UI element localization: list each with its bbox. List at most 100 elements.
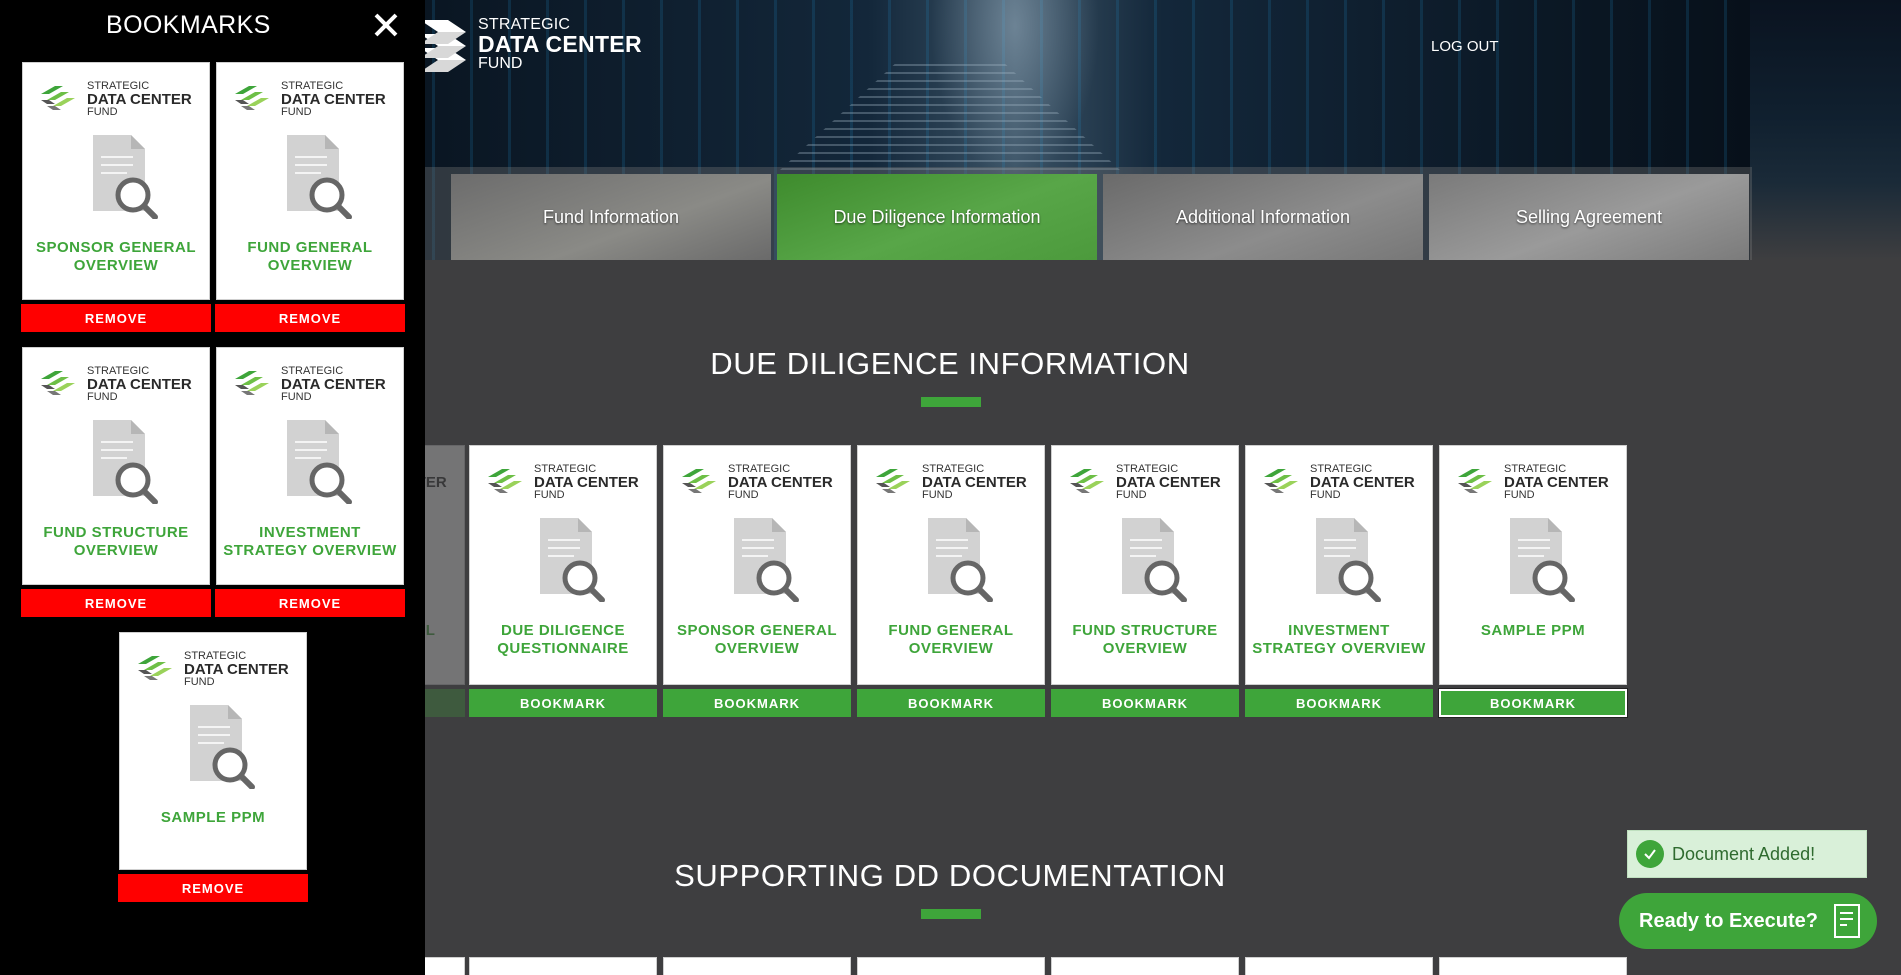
bookmark-title: FUND GENERAL OVERVIEW [247, 239, 373, 274]
document-search-icon [1510, 518, 1575, 602]
document-title: DUE DILIGENCE QUESTIONNAIRE [497, 622, 629, 657]
logo-chevrons-icon [1458, 468, 1492, 493]
document-search-icon [93, 135, 158, 219]
card-logo: STRATEGICDATA CENTERFUND [1458, 464, 1609, 501]
bookmark-card[interactable]: STRATEGIC DATA CENTER FUND INVESTMENT STRAT… [216, 347, 404, 585]
card-logo: STRATEGICDATA CENTERFUND [488, 464, 639, 501]
logo-line-3: FUND [534, 489, 565, 501]
remove-button[interactable]: REMOVE [215, 589, 405, 617]
tab-fund-information[interactable]: Fund Information [451, 174, 771, 260]
logo-line-2: DATA CENTER [184, 661, 289, 678]
document-search-icon [287, 420, 352, 504]
logo-line-3: FUND [87, 106, 118, 118]
brand-line-2: DATA CENTER [478, 30, 642, 57]
card-logo: STRATEGICDATA CENTERFUND [682, 464, 833, 501]
brand-logo[interactable]: STRATEGIC DATA CENTER FUND [418, 16, 642, 72]
logo-line-3: FUND [1504, 489, 1535, 501]
logo-line-2: DATA CENTER [87, 91, 192, 108]
bookmark-card[interactable]: STRATEGIC DATA CENTER FUND FUND STRUCTURE O… [22, 347, 210, 585]
check-icon [1636, 840, 1664, 868]
card-logo: STRATEGICDATA CENTERFUND [41, 81, 192, 118]
bookmarks-sidebar: BOOKMARKS STRATEGIC DATA CENTER FUND SPONSO… [0, 0, 425, 975]
document-title: FUND STRUCTURE OVERVIEW [1072, 622, 1218, 657]
logo-line-2: DATA CENTER [1504, 474, 1609, 491]
section-title-due-diligence: DUE DILIGENCE INFORMATION [710, 346, 1190, 381]
bookmark-card[interactable]: STRATEGIC DATA CENTER FUND SPONSOR GENERAL … [22, 62, 210, 300]
bookmarks-title: BOOKMARKS [106, 11, 271, 39]
logo-chevrons-icon [41, 370, 75, 395]
logo-line-2: DATA CENTER [1116, 474, 1221, 491]
logo-chevrons-icon [41, 85, 75, 110]
document-card[interactable]: STRATEGIC DATA CENTER FUND SAMPLE PPM [1439, 445, 1627, 685]
document-card[interactable]: STRATEGIC DATA CENTER FUND FUND STRUCTURE O… [1051, 445, 1239, 685]
logo-line-2: DATA CENTER [281, 91, 386, 108]
logo-line-3: FUND [87, 391, 118, 403]
logo-line-3: FUND [281, 391, 312, 403]
logo-chevrons-icon [488, 468, 522, 493]
bookmark-title: FUND STRUCTURE OVERVIEW [43, 524, 189, 559]
document-search-icon [1316, 518, 1381, 602]
ready-to-execute-button[interactable]: Ready to Execute? [1619, 893, 1877, 949]
card-logo: STRATEGICDATA CENTERFUND [876, 464, 1027, 501]
bookmark-button[interactable]: BOOKMARK [1245, 689, 1433, 717]
bookmark-button[interactable]: BOOKMARK [857, 689, 1045, 717]
document-title: FUND GENERAL OVERVIEW [888, 622, 1014, 657]
document-search-icon [1122, 518, 1187, 602]
logo-chevrons-icon [1070, 468, 1104, 493]
tab-bar: Fund Information Due Diligence Informati… [422, 167, 1752, 260]
tab-due-diligence-information[interactable]: Due Diligence Information [777, 174, 1097, 260]
document-title: SAMPLE PPM [1480, 622, 1586, 639]
logo-line-2: DATA CENTER [728, 474, 833, 491]
logo-line-3: FUND [1116, 489, 1147, 501]
logout-link[interactable]: LOG OUT [1431, 38, 1499, 55]
logo-chevrons-icon [682, 468, 716, 493]
logo-line-2: DATA CENTER [922, 474, 1027, 491]
ready-label: Ready to Execute? [1639, 909, 1818, 932]
supporting-card[interactable] [469, 957, 657, 975]
supporting-card[interactable] [1051, 957, 1239, 975]
tab-selling-agreement[interactable]: Selling Agreement [1429, 174, 1749, 260]
document-card[interactable]: STRATEGIC DATA CENTER FUND INVESTMENT STRAT… [1245, 445, 1433, 685]
bookmark-title: SPONSOR GENERAL OVERVIEW [35, 239, 197, 274]
close-icon[interactable] [371, 10, 401, 40]
document-search-icon [287, 135, 352, 219]
logo-line-3: FUND [184, 676, 215, 688]
document-sign-icon [1834, 904, 1860, 938]
logo-chevrons-icon [235, 85, 269, 110]
brand-line-3: FUND [478, 54, 523, 72]
supporting-card[interactable] [1439, 957, 1627, 975]
bookmark-card[interactable]: STRATEGIC DATA CENTER FUND FUND GENERAL OVE… [216, 62, 404, 300]
logo-line-2: DATA CENTER [281, 376, 386, 393]
logo-chevrons-icon [876, 468, 910, 493]
bookmark-button[interactable]: BOOKMARK [1439, 689, 1627, 717]
toast-message: Document Added! [1672, 843, 1816, 864]
bookmark-title: SAMPLE PPM [160, 809, 266, 826]
tab-additional-information[interactable]: Additional Information [1103, 174, 1423, 260]
logo-line-2: DATA CENTER [87, 376, 192, 393]
document-title: SPONSOR GENERAL OVERVIEW [676, 622, 838, 657]
card-logo: STRATEGICDATA CENTERFUND [1264, 464, 1415, 501]
logo-chevrons-icon [138, 655, 172, 680]
logo-line-3: FUND [728, 489, 759, 501]
document-card[interactable]: STRATEGIC DATA CENTER FUND SPONSOR GENERAL … [663, 445, 851, 685]
bookmark-button[interactable]: BOOKMARK [1051, 689, 1239, 717]
section-underline [921, 909, 981, 919]
logo-chevrons-icon [235, 370, 269, 395]
section-underline [921, 397, 981, 407]
document-card[interactable]: STRATEGIC DATA CENTER FUND DUE DILIGENCE QU… [469, 445, 657, 685]
remove-button[interactable]: REMOVE [215, 304, 405, 332]
supporting-card[interactable] [1245, 957, 1433, 975]
remove-button[interactable]: REMOVE [21, 304, 211, 332]
section-title-supporting: SUPPORTING DD DOCUMENTATION [674, 858, 1226, 893]
logo-line-2: DATA CENTER [534, 474, 639, 491]
remove-button[interactable]: REMOVE [118, 874, 308, 902]
remove-button[interactable]: REMOVE [21, 589, 211, 617]
document-search-icon [734, 518, 799, 602]
document-card[interactable]: STRATEGIC DATA CENTER FUND FUND GENERAL OVE… [857, 445, 1045, 685]
supporting-card[interactable] [663, 957, 851, 975]
bookmark-button[interactable]: BOOKMARK [663, 689, 851, 717]
bookmark-card[interactable]: STRATEGIC DATA CENTER FUND SAMPLE PPM [119, 632, 307, 870]
document-search-icon [190, 705, 255, 789]
supporting-card[interactable] [857, 957, 1045, 975]
bookmark-button[interactable]: BOOKMARK [469, 689, 657, 717]
